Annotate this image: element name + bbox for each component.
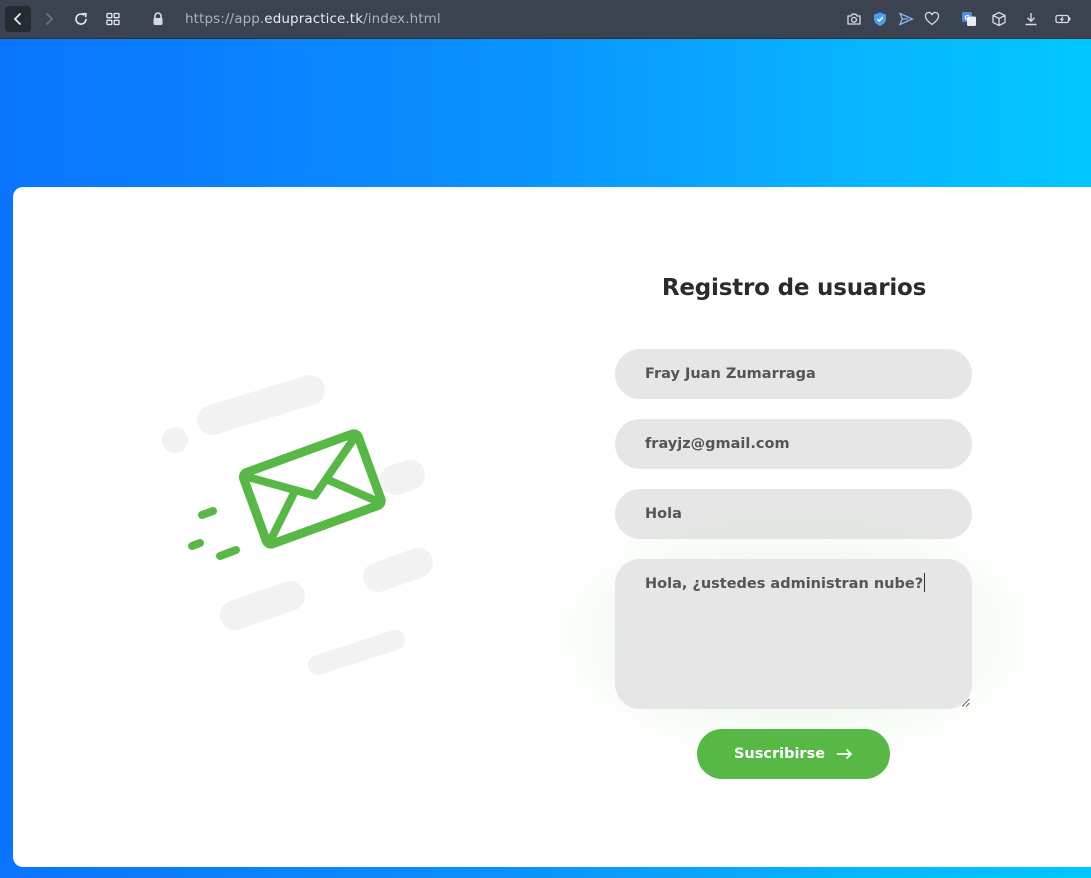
chevron-right-icon <box>45 12 54 26</box>
lock-icon <box>153 12 163 25</box>
svg-text:G: G <box>964 14 970 22</box>
back-button[interactable] <box>5 6 31 32</box>
url-prefix: https://app. <box>185 11 265 27</box>
shield-icon[interactable] <box>871 10 889 28</box>
subscribe-button[interactable]: Suscribirse <box>697 729 890 779</box>
url-path: /index.html <box>363 11 441 27</box>
grid-icon <box>106 12 120 26</box>
browser-toolbar: https://app.edupractice.tk/index.html G <box>0 0 1091 39</box>
subscribe-button-label: Suscribirse <box>733 746 826 762</box>
page-title: Registro de usuarios <box>661 275 927 301</box>
name-field[interactable]: Fray Juan Zumarraga <box>615 349 972 399</box>
heart-icon[interactable] <box>923 10 941 28</box>
forward-button[interactable] <box>36 6 62 32</box>
reload-button[interactable] <box>68 6 94 32</box>
chevron-left-icon <box>13 12 22 26</box>
download-icon[interactable] <box>1022 10 1040 28</box>
arrow-right-icon <box>837 748 853 760</box>
envelope-icon <box>238 429 386 549</box>
envelope-illustration <box>162 375 433 675</box>
message-textarea-value: Hola, ¿ustedes administran nube? <box>645 576 924 592</box>
email-field[interactable]: frayjz@gmail.com <box>615 419 972 469</box>
address-bar[interactable]: https://app.edupractice.tk/index.html <box>185 11 441 27</box>
text-caret <box>924 573 926 592</box>
battery-icon[interactable] <box>1054 10 1072 28</box>
name-field-value: Fray Juan Zumarraga <box>645 366 816 382</box>
reload-icon <box>75 12 87 25</box>
message-textarea[interactable]: Hola, ¿ustedes administran nube? <box>615 559 972 709</box>
send-icon[interactable] <box>897 10 915 28</box>
decor-dot <box>162 427 188 453</box>
resize-grip-icon[interactable] <box>961 698 970 707</box>
camera-icon[interactable] <box>845 10 863 28</box>
tab-grid-button[interactable] <box>100 6 126 32</box>
url-host: edupractice.tk <box>264 11 364 27</box>
email-field-value: frayjz@gmail.com <box>645 436 790 452</box>
translate-icon[interactable]: G <box>960 10 978 28</box>
motion-dashes <box>188 507 240 560</box>
cube-icon[interactable] <box>990 10 1008 28</box>
